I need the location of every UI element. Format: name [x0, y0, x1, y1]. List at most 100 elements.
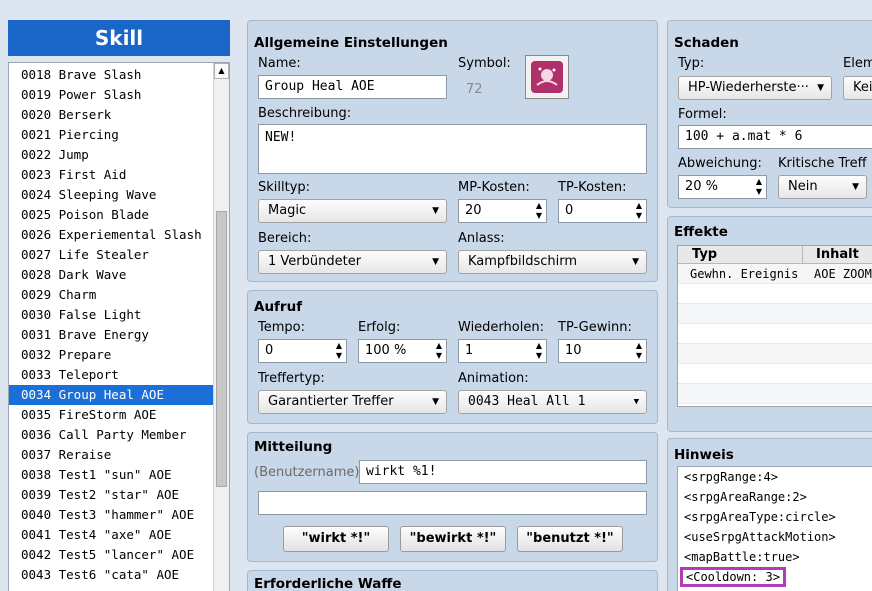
- speed-stepper[interactable]: 0 ▲ ▼: [258, 339, 347, 363]
- list-item[interactable]: 0028 Dark Wave: [9, 265, 213, 285]
- list-item[interactable]: 0037 Reraise: [9, 445, 213, 465]
- formula-input[interactable]: 100 + a.mat * 6: [678, 125, 872, 149]
- list-item[interactable]: 0041 Test4 "axe" AOE: [9, 525, 213, 545]
- symbol-index: 72: [466, 82, 483, 97]
- success-value: 100 %: [365, 343, 407, 358]
- note-textarea[interactable]: <srpgRange:4> <srpgAreaRange:2> <srpgAreaT…: [677, 466, 872, 591]
- description-label: Beschreibung:: [258, 106, 352, 121]
- skill-list[interactable]: 0018 Brave Slash 0019 Power Slash 0020 Ber…: [8, 62, 230, 591]
- variance-label: Abweichung:: [678, 156, 762, 171]
- list-item[interactable]: 0022 Jump: [9, 145, 213, 165]
- invocation-title: Aufruf: [254, 299, 303, 315]
- list-item[interactable]: 0033 Teleport: [9, 365, 213, 385]
- element-label: Elem: [843, 56, 872, 71]
- benutzt-button[interactable]: "benutzt *!": [517, 526, 623, 552]
- element-value: Kei: [853, 80, 872, 95]
- hit-type-value: Garantierter Treffer: [268, 394, 394, 409]
- spin-arrows-icon[interactable]: ▲ ▼: [636, 341, 642, 361]
- list-item[interactable]: 0029 Charm: [9, 285, 213, 305]
- table-row[interactable]: [678, 364, 872, 384]
- table-row[interactable]: [678, 284, 872, 304]
- list-item[interactable]: 0042 Test5 "lancer" AOE: [9, 545, 213, 565]
- occasion-label: Anlass:: [458, 231, 505, 246]
- chevron-down-icon: ▼: [432, 257, 439, 267]
- table-row[interactable]: [678, 384, 872, 404]
- tp-gain-value: 10: [565, 343, 582, 358]
- skill-list-items: 0018 Brave Slash 0019 Power Slash 0020 Ber…: [9, 65, 213, 585]
- list-item[interactable]: 0035 FireStorm AOE: [9, 405, 213, 425]
- name-input[interactable]: Group Heal AOE: [258, 75, 447, 99]
- bewirkt-button[interactable]: "bewirkt *!": [400, 526, 506, 552]
- table-row[interactable]: [678, 304, 872, 324]
- list-item[interactable]: 0038 Test1 "sun" AOE: [9, 465, 213, 485]
- list-item[interactable]: 0039 Test2 "star" AOE: [9, 485, 213, 505]
- table-row[interactable]: [678, 324, 872, 344]
- spin-arrows-icon[interactable]: ▲ ▼: [336, 341, 342, 361]
- message-line1-input[interactable]: wirkt %1!: [359, 460, 647, 484]
- list-item[interactable]: 0023 First Aid: [9, 165, 213, 185]
- scope-select[interactable]: 1 Verbündeter ▼: [258, 250, 447, 274]
- variance-value: 20 %: [685, 179, 719, 194]
- table-row[interactable]: [678, 344, 872, 364]
- table-row[interactable]: Gewhn. Ereignis AOE ZOOM: [678, 264, 872, 284]
- scroll-thumb[interactable]: [216, 211, 227, 487]
- message-line2-input[interactable]: [258, 491, 647, 515]
- chevron-down-icon: ▼: [432, 206, 439, 216]
- heal-skill-icon: [531, 61, 563, 93]
- list-item[interactable]: 0036 Call Party Member: [9, 425, 213, 445]
- list-item[interactable]: 0021 Piercing: [9, 125, 213, 145]
- list-item[interactable]: 0024 Sleeping Wave: [9, 185, 213, 205]
- effects-rows: Gewhn. Ereignis AOE ZOOM: [678, 264, 872, 404]
- required-weapon-title: Erforderliche Waffe: [254, 576, 402, 591]
- symbol-button[interactable]: [525, 55, 569, 99]
- list-item[interactable]: 0027 Life Stealer: [9, 245, 213, 265]
- repeat-stepper[interactable]: 1 ▲ ▼: [458, 339, 547, 363]
- hit-type-select[interactable]: Garantierter Treffer ▼: [258, 390, 447, 414]
- tp-cost-stepper[interactable]: 0 ▲ ▼: [558, 199, 647, 223]
- list-item[interactable]: 0018 Brave Slash: [9, 65, 213, 85]
- list-item[interactable]: 0026 Experiemental Slash: [9, 225, 213, 245]
- speed-label: Tempo:: [258, 320, 305, 335]
- spin-arrows-icon[interactable]: ▲ ▼: [636, 201, 642, 221]
- occasion-select[interactable]: Kampfbildschirm ▼: [458, 250, 647, 274]
- effects-table[interactable]: Typ Inhalt Gewhn. Ereignis AOE ZOOM: [677, 245, 872, 407]
- list-item[interactable]: 0031 Brave Energy: [9, 325, 213, 345]
- animation-select[interactable]: 0043 Heal All 1 ▼: [458, 390, 647, 414]
- list-item[interactable]: 0032 Prepare: [9, 345, 213, 365]
- damage-type-label: Typ:: [678, 56, 705, 71]
- list-scrollbar[interactable]: ▲: [213, 63, 229, 591]
- effects-table-header: Typ Inhalt: [678, 246, 872, 264]
- tp-gain-stepper[interactable]: 10 ▲ ▼: [558, 339, 647, 363]
- spin-arrows-icon[interactable]: ▲ ▼: [436, 341, 442, 361]
- variance-stepper[interactable]: 20 % ▲ ▼: [678, 175, 767, 199]
- spin-arrows-icon[interactable]: ▲ ▼: [536, 201, 542, 221]
- scroll-up-icon[interactable]: ▲: [214, 63, 229, 79]
- critical-select[interactable]: Nein ▼: [778, 175, 867, 199]
- chevron-down-icon: ▼: [632, 257, 639, 267]
- list-item[interactable]: 0025 Poison Blade: [9, 205, 213, 225]
- effects-col-type: Typ: [692, 247, 718, 262]
- list-item[interactable]: 0020 Berserk: [9, 105, 213, 125]
- note-line: <Cooldown: 3>: [680, 567, 786, 587]
- spin-arrows-icon[interactable]: ▲ ▼: [536, 341, 542, 361]
- list-item[interactable]: 0043 Test6 "cata" AOE: [9, 565, 213, 585]
- spin-arrows-icon[interactable]: ▲ ▼: [756, 177, 762, 197]
- wirkt-button[interactable]: "wirkt *!": [283, 526, 389, 552]
- formula-label: Formel:: [678, 107, 727, 122]
- mp-cost-stepper[interactable]: 20 ▲ ▼: [458, 199, 547, 223]
- element-select[interactable]: Kei: [843, 76, 872, 100]
- list-item[interactable]: 0034 Group Heal AOE: [9, 385, 213, 405]
- general-settings-title: Allgemeine Einstellungen: [254, 35, 448, 51]
- success-stepper[interactable]: 100 % ▲ ▼: [358, 339, 447, 363]
- effect-type-cell: Gewhn. Ereignis: [690, 267, 799, 281]
- success-label: Erfolg:: [358, 320, 401, 335]
- tp-gain-label: TP-Gewinn:: [558, 320, 632, 335]
- effects-col-content: Inhalt: [816, 247, 859, 262]
- list-item[interactable]: 0040 Test3 "hammer" AOE: [9, 505, 213, 525]
- skilltype-select[interactable]: Magic ▼: [258, 199, 447, 223]
- list-item[interactable]: 0030 False Light: [9, 305, 213, 325]
- description-textarea[interactable]: NEW!: [258, 124, 647, 174]
- damage-type-select[interactable]: HP-Wiederherste··· ▼: [678, 76, 832, 100]
- list-item[interactable]: 0019 Power Slash: [9, 85, 213, 105]
- animation-value: 0043 Heal All 1: [468, 394, 586, 409]
